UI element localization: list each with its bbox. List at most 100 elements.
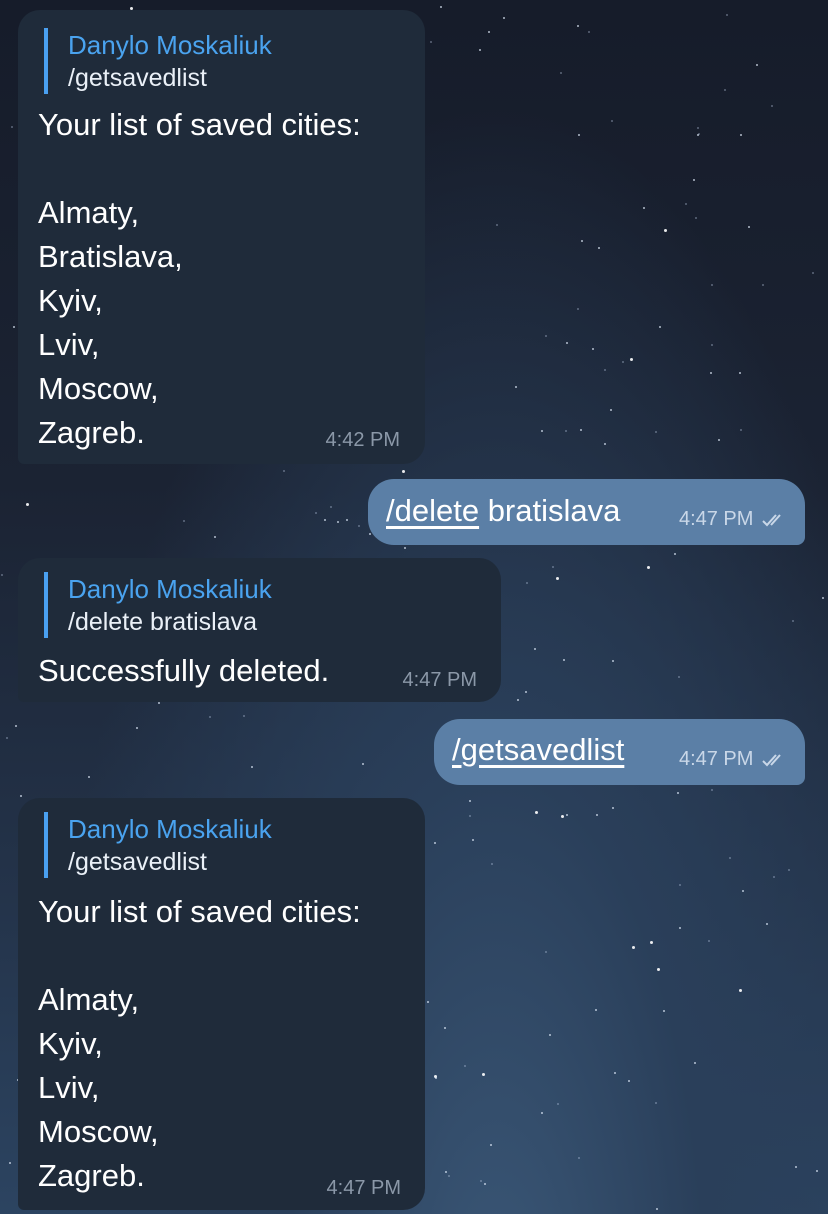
star <box>657 968 660 971</box>
star <box>566 814 568 816</box>
star <box>362 763 364 765</box>
star <box>404 547 406 549</box>
star <box>440 6 442 8</box>
star <box>650 941 653 944</box>
star <box>337 521 339 523</box>
star <box>695 217 697 219</box>
message-text: Your list of saved cities: Almaty, Kyiv,… <box>38 894 361 1193</box>
star <box>541 430 543 432</box>
reply-quote[interactable]: Danylo Moskaliuk /delete bratislava <box>44 572 272 638</box>
star <box>674 553 676 555</box>
star <box>482 1073 485 1076</box>
incoming-message-bubble[interactable]: Danylo Moskaliuk /getsavedlist Your list… <box>18 798 425 1210</box>
outgoing-message-bubble[interactable]: /delete bratislava 4:47 PM <box>368 479 805 545</box>
message-time-text: 4:47 PM <box>678 508 754 530</box>
star <box>611 120 613 122</box>
star <box>708 940 710 942</box>
star <box>561 815 564 818</box>
star <box>739 989 742 992</box>
star <box>209 716 211 718</box>
outgoing-message-bubble[interactable]: /getsavedlist 4:47 PM <box>434 719 805 785</box>
star <box>581 240 583 242</box>
message-time: 4:47 PM <box>402 669 477 691</box>
star <box>15 725 17 727</box>
star <box>526 582 528 584</box>
message-time: 4:47 PM <box>326 1177 401 1199</box>
star <box>578 1157 580 1159</box>
star <box>792 620 794 622</box>
star <box>771 105 773 107</box>
star <box>762 284 764 286</box>
star <box>766 923 768 925</box>
star <box>622 361 624 363</box>
star <box>592 348 594 350</box>
bot-command-link[interactable]: /getsavedlist <box>452 732 624 767</box>
message-text: Your list of saved cities: Almaty, Brati… <box>38 107 361 450</box>
star <box>251 766 253 768</box>
star <box>632 946 635 949</box>
star <box>643 207 645 209</box>
star <box>628 1080 630 1082</box>
message-time-text: 4:47 PM <box>678 748 754 770</box>
star <box>742 890 744 892</box>
star <box>9 1162 11 1164</box>
star <box>655 1102 657 1104</box>
star <box>479 49 481 51</box>
incoming-message-bubble[interactable]: Danylo Moskaliuk /delete bratislava Succ… <box>18 558 501 702</box>
message-time: 4:47 PM <box>679 748 791 771</box>
star <box>1 574 3 576</box>
star <box>595 1009 597 1011</box>
message-time: 4:42 PM <box>325 429 400 451</box>
star <box>698 133 700 135</box>
star <box>630 358 633 361</box>
star <box>283 470 285 472</box>
reply-sender-name: Danylo Moskaliuk <box>68 574 272 604</box>
star <box>697 127 699 129</box>
star <box>580 429 582 431</box>
star <box>773 876 775 878</box>
star <box>11 126 13 128</box>
star <box>560 72 562 74</box>
reply-quoted-text: /delete bratislava <box>68 608 258 636</box>
reply-quote[interactable]: Danylo Moskaliuk /getsavedlist <box>44 28 272 94</box>
star <box>740 429 742 431</box>
star <box>525 691 527 693</box>
star <box>577 25 579 27</box>
star <box>604 443 606 445</box>
star <box>488 31 490 33</box>
star <box>324 519 326 521</box>
incoming-message-bubble[interactable]: Danylo Moskaliuk /getsavedlist Your list… <box>18 10 425 464</box>
star <box>496 224 498 226</box>
star <box>136 727 138 729</box>
star <box>610 409 612 411</box>
star <box>711 344 713 346</box>
star <box>729 857 731 859</box>
reply-sender-name: Danylo Moskaliuk <box>68 814 272 844</box>
star <box>13 326 15 328</box>
star <box>183 520 185 522</box>
message-text: /getsavedlist <box>452 728 624 772</box>
star <box>563 659 565 661</box>
star <box>515 386 517 388</box>
star <box>655 431 657 433</box>
star <box>430 41 432 43</box>
reply-quoted-text: /getsavedlist <box>68 848 207 876</box>
star <box>718 439 720 441</box>
star <box>604 369 606 371</box>
reply-sender-name: Danylo Moskaliuk <box>68 30 272 60</box>
star <box>656 1208 658 1210</box>
star <box>596 814 598 816</box>
star <box>20 795 22 797</box>
star <box>647 566 650 569</box>
star <box>664 229 667 232</box>
star <box>694 1062 696 1064</box>
star <box>444 1027 446 1029</box>
star <box>577 308 579 310</box>
star <box>491 863 493 865</box>
bot-command-link[interactable]: /delete <box>386 493 479 528</box>
star <box>88 776 90 778</box>
star <box>214 536 216 538</box>
reply-quote[interactable]: Danylo Moskaliuk /getsavedlist <box>44 812 272 878</box>
star <box>484 1183 486 1185</box>
star <box>677 792 679 794</box>
